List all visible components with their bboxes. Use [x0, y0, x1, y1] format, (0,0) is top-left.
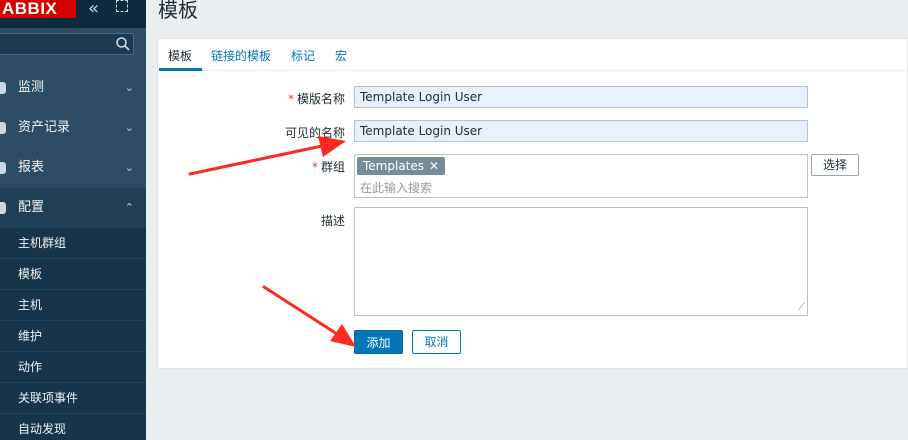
groups-multiselect[interactable]: Templates ✕ 在此输入搜索 — [354, 154, 808, 198]
page-title: 模板 — [158, 0, 198, 22]
zabbix-logo[interactable]: ABBIX — [0, 0, 76, 18]
visible-name-label: 可见的名称 — [284, 126, 345, 140]
kiosk-mode-icon[interactable] — [116, 0, 128, 12]
submenu-item-discovery[interactable]: 自动发现 — [0, 414, 146, 440]
tab-linked-templates[interactable]: 链接的模板 — [211, 47, 271, 64]
sidebar-nav: 监测 ⌄ 资产记录 ⌄ 报表 ⌄ 配置 ⌃ 主机群组 模板 主机 维护 动作 关… — [0, 68, 146, 440]
submenu-item-maintenance[interactable]: 维护 — [0, 321, 146, 352]
required-asterisk: * — [311, 160, 318, 174]
description-label: 描述 — [320, 214, 345, 228]
inventory-icon — [0, 122, 6, 134]
sidebar: ABBIX « 监测 ⌄ 资产记录 ⌄ 报表 ⌄ 配置 ⌃ 主机群组 模板 主机… — [0, 0, 146, 440]
resize-handle-icon[interactable]: ⟋ — [798, 303, 805, 313]
tab-template[interactable]: 模板 — [168, 47, 192, 64]
submenu-item-actions[interactable]: 动作 — [0, 352, 146, 383]
submenu-item-event-correlation[interactable]: 关联项事件 — [0, 383, 146, 414]
visible-name-input[interactable]: Template Login User — [354, 120, 808, 142]
sidebar-item-label: 监测 — [18, 80, 45, 95]
sidebar-item-label: 资产记录 — [18, 120, 71, 135]
sidebar-item-monitoring[interactable]: 监测 ⌄ — [0, 68, 146, 108]
chevron-up-icon: ⌃ — [124, 201, 134, 214]
active-tab-indicator — [159, 68, 202, 71]
required-asterisk: * — [287, 92, 294, 106]
sidebar-item-label: 配置 — [18, 200, 45, 215]
submenu-item-hosts[interactable]: 主机 — [0, 290, 146, 321]
search-icon[interactable] — [115, 36, 131, 52]
template-name-label: * 模版名称 — [287, 92, 345, 106]
cancel-button[interactable]: 取消 — [412, 330, 461, 354]
description-textarea[interactable]: ⟋ — [354, 207, 808, 316]
monitoring-icon — [0, 82, 6, 94]
template-form-panel: 模板 链接的模板 标记 宏 * 模版名称 Template Login User … — [157, 38, 908, 369]
groups-search-input[interactable]: 在此输入搜索 — [360, 179, 432, 196]
chevron-down-icon: ⌄ — [124, 161, 134, 174]
sidebar-item-configuration[interactable]: 配置 ⌃ — [0, 188, 146, 228]
remove-tag-icon[interactable]: ✕ — [429, 159, 439, 173]
submenu-item-host-groups[interactable]: 主机群组 — [0, 228, 146, 259]
sidebar-item-inventory[interactable]: 资产记录 ⌄ — [0, 108, 146, 148]
sidebar-item-label: 报表 — [18, 160, 45, 175]
sidebar-search-input[interactable] — [0, 33, 134, 55]
tab-bar: 模板 链接的模板 标记 宏 — [158, 39, 908, 71]
groups-label: * 群组 — [311, 160, 345, 174]
chevron-down-icon: ⌄ — [124, 121, 134, 134]
configuration-icon — [0, 202, 6, 214]
template-name-input[interactable]: Template Login User — [354, 86, 808, 108]
collapse-sidebar-icon[interactable]: « — [88, 0, 99, 19]
tab-macros[interactable]: 宏 — [335, 47, 347, 64]
submenu-item-templates[interactable]: 模板 — [0, 259, 146, 290]
logo-row: ABBIX « — [0, 0, 146, 28]
group-tag: Templates ✕ — [357, 157, 446, 175]
reports-icon — [0, 162, 6, 174]
configuration-submenu: 主机群组 模板 主机 维护 动作 关联项事件 自动发现 — [0, 228, 146, 440]
chevron-down-icon: ⌄ — [124, 81, 134, 94]
add-button[interactable]: 添加 — [354, 330, 403, 354]
tab-tags[interactable]: 标记 — [291, 47, 315, 64]
select-groups-button[interactable]: 选择 — [811, 154, 859, 176]
sidebar-item-reports[interactable]: 报表 ⌄ — [0, 148, 146, 188]
